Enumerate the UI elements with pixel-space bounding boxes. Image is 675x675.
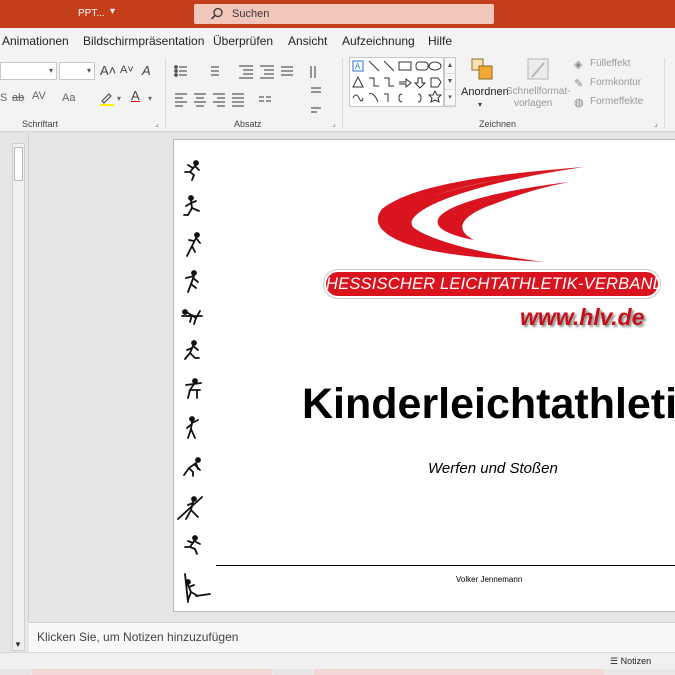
search-icon bbox=[210, 7, 223, 20]
taskbar-segment bbox=[0, 669, 30, 675]
group-separator bbox=[664, 58, 665, 128]
font-dialog-launcher-icon[interactable]: ⌟ bbox=[155, 119, 159, 128]
author-name: Volker Jennemann bbox=[456, 575, 523, 584]
search-box[interactable]: Suchen bbox=[194, 4, 494, 24]
quick-styles-icon[interactable] bbox=[526, 57, 552, 83]
taskbar-segment bbox=[314, 669, 604, 675]
shot-putter-icon bbox=[186, 416, 199, 439]
ribbon-tabs: Animationen Bildschirmpräsentation Überp… bbox=[0, 28, 675, 52]
javelin-icon bbox=[177, 496, 203, 520]
outline-icon[interactable]: ✎ bbox=[574, 77, 583, 90]
runner-icon bbox=[185, 270, 199, 293]
pane-divider[interactable] bbox=[28, 133, 29, 622]
scrollbar-thumb[interactable] bbox=[14, 147, 23, 181]
website-url: www.hlv.de bbox=[520, 304, 645, 330]
tab-recording[interactable]: Aufzeichnung bbox=[342, 34, 415, 48]
notes-pane[interactable]: Klicken Sie, um Notizen hinzuzufügen bbox=[29, 622, 675, 652]
scroll-down-icon[interactable]: ▼ bbox=[14, 640, 22, 649]
font-name-combo[interactable]: ▾ bbox=[0, 62, 57, 80]
svg-text:A: A bbox=[355, 62, 361, 71]
shrink-font-button[interactable]: A˅ bbox=[120, 64, 134, 76]
paragraph-group-label: Absatz bbox=[234, 119, 262, 129]
taskbar-segment bbox=[32, 669, 272, 675]
notes-placeholder[interactable]: Klicken Sie, um Notizen hinzuzufügen bbox=[37, 630, 238, 644]
arrange-icon[interactable] bbox=[470, 57, 496, 83]
crouch-runner-icon bbox=[184, 535, 201, 555]
arrange-button[interactable]: Anordnen bbox=[461, 86, 509, 98]
triple-jumper-icon bbox=[186, 232, 201, 257]
chevron-down-icon[interactable]: ▼ bbox=[445, 74, 455, 90]
tab-review[interactable]: Überprüfen bbox=[213, 34, 273, 48]
shape-fill-button[interactable]: Fülleffekt bbox=[590, 58, 630, 69]
tab-animations[interactable]: Animationen bbox=[2, 34, 69, 48]
document-title[interactable]: PPT... bbox=[78, 8, 105, 19]
shape-outline-button[interactable]: Formkontur bbox=[590, 77, 641, 88]
gallery-scroll[interactable]: ▲ ▼ ▾ bbox=[444, 57, 456, 107]
pole-vaulter-icon bbox=[184, 573, 211, 603]
powerpoint-window: PPT... ▾ Suchen Animationen Bildschirmpr… bbox=[0, 0, 675, 675]
paragraph-dialog-launcher-icon[interactable]: ⌟ bbox=[332, 119, 336, 128]
high-jumper-icon bbox=[181, 309, 203, 325]
chevron-down-icon: ▾ bbox=[86, 66, 91, 75]
notes-toggle-label: Notizen bbox=[620, 656, 652, 666]
effects-icon[interactable]: ◍ bbox=[574, 96, 584, 109]
sprinter-icon bbox=[184, 160, 200, 181]
starter-icon bbox=[183, 457, 201, 477]
long-jumper-icon bbox=[183, 195, 200, 216]
quick-styles-line1[interactable]: Schnellformat- bbox=[506, 86, 570, 97]
change-case-button[interactable]: Aa bbox=[62, 92, 75, 104]
drawing-group-label: Zeichnen bbox=[479, 119, 517, 129]
font-group-label: Schriftart bbox=[22, 119, 59, 129]
group-separator bbox=[342, 58, 343, 128]
tab-slideshow[interactable]: Bildschirmpräsentation bbox=[83, 34, 204, 48]
slide-subtitle[interactable]: Werfen und Stoßen bbox=[428, 460, 558, 477]
taskbar-segment bbox=[274, 669, 312, 675]
slide-canvas[interactable]: HESSISCHER LEICHTATHLETIK-VERBAND www.hl… bbox=[173, 139, 675, 612]
taskbar-strip bbox=[0, 669, 675, 675]
tab-view[interactable]: Ansicht bbox=[288, 34, 327, 48]
shape-effects-button[interactable]: Formeffekte bbox=[590, 96, 643, 107]
quick-styles-line2[interactable]: vorlagen bbox=[514, 98, 552, 109]
walker-icon bbox=[184, 340, 200, 360]
org-banner: HESSISCHER LEICHTATHLETIK-VERBAND bbox=[326, 272, 665, 296]
more-icon[interactable]: ▾ bbox=[445, 90, 455, 106]
drawing-dialog-launcher-icon[interactable]: ⌟ bbox=[654, 119, 658, 128]
chevron-down-icon[interactable]: ▾ bbox=[478, 100, 482, 109]
hurdler-icon bbox=[185, 378, 202, 399]
group-separator bbox=[165, 58, 166, 128]
notes-icon: ☰ bbox=[610, 656, 621, 666]
chevron-down-icon[interactable]: ▾ bbox=[148, 94, 152, 103]
clear-format-button[interactable]: A bbox=[142, 63, 151, 78]
hlv-swoosh-logo bbox=[377, 167, 584, 262]
char-spacing-button[interactable]: AV bbox=[32, 90, 46, 102]
grow-font-button[interactable]: A˄ bbox=[100, 63, 116, 78]
footer-divider bbox=[216, 565, 675, 566]
strikethrough-button[interactable]: ab bbox=[12, 92, 24, 104]
fill-icon[interactable]: ◈ bbox=[574, 58, 582, 71]
highlighter-icon[interactable] bbox=[99, 90, 115, 106]
search-placeholder: Suchen bbox=[232, 8, 270, 20]
notes-toggle-button[interactable]: ☰ Notizen bbox=[610, 656, 651, 667]
shapes-gallery-icons[interactable]: A bbox=[350, 58, 443, 106]
vertical-scrollbar[interactable]: ▼ bbox=[12, 143, 25, 651]
font-size-combo[interactable]: ▾ bbox=[59, 62, 95, 80]
chevron-down-icon: ▾ bbox=[48, 66, 53, 75]
tab-help[interactable]: Hilfe bbox=[428, 34, 452, 48]
shadow-text-icon[interactable]: S bbox=[0, 92, 7, 104]
paragraph-buttons[interactable] bbox=[173, 64, 343, 114]
chevron-up-icon[interactable]: ▲ bbox=[445, 58, 455, 74]
title-dropdown-icon[interactable]: ▾ bbox=[110, 6, 115, 17]
chevron-down-icon[interactable]: ▾ bbox=[117, 94, 121, 103]
ribbon: ▾ ▾ A˄ A˅ A S ab AV Aa ▾ A ▾ Schriftart … bbox=[0, 52, 675, 132]
slide-title[interactable]: Kinderleichtathletik bbox=[302, 380, 675, 429]
shapes-gallery[interactable]: A bbox=[349, 57, 444, 107]
title-bar: PPT... ▾ Suchen bbox=[0, 0, 675, 28]
font-color-button[interactable]: A bbox=[131, 88, 140, 103]
